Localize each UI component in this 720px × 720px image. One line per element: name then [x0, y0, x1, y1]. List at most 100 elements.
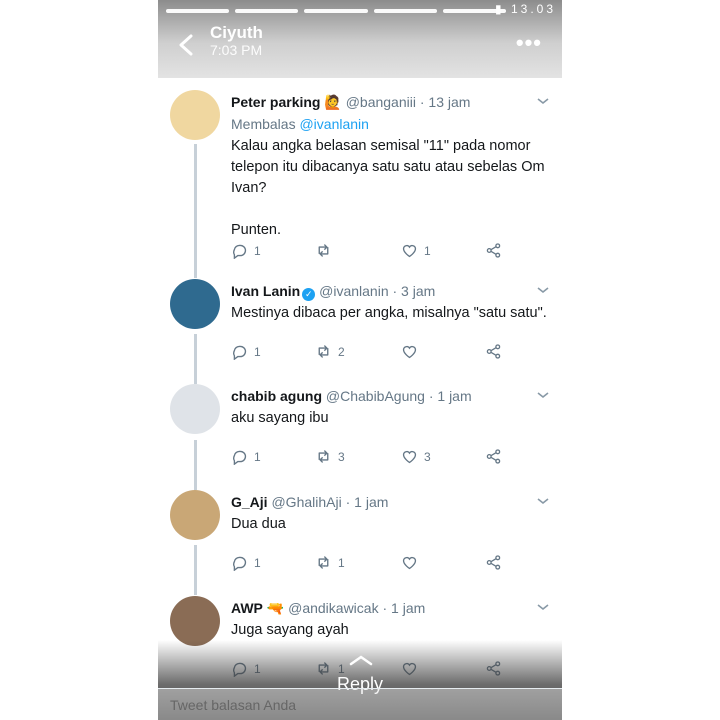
user-handle[interactable]: @banganiii: [346, 94, 416, 110]
phone-screen: ▮ 13.03 Ciyuth 7:03 PM ••• Peter parking…: [158, 0, 562, 720]
tweet-header: Peter parking 🙋 @banganiii · 13 jam: [231, 94, 470, 111]
retweet-icon: [318, 244, 329, 257]
display-name[interactable]: G_Aji: [231, 494, 268, 510]
chevron-down-icon[interactable]: [536, 285, 550, 295]
reply-action[interactable]: 1: [231, 448, 261, 465]
compose-placeholder: Tweet balasan Anda: [170, 697, 297, 713]
like-action[interactable]: 3: [401, 448, 431, 465]
reply-action[interactable]: 1: [231, 242, 261, 259]
share-icon: [486, 555, 501, 570]
thread-line: [194, 334, 197, 384]
tweet-text: Kalau angka belasan semisal "11" pada no…: [231, 138, 545, 238]
avatar[interactable]: [170, 596, 220, 646]
share-action[interactable]: [485, 343, 502, 360]
retweet-icon: [318, 345, 329, 358]
avatar[interactable]: [170, 384, 220, 434]
mention-link[interactable]: @ivanlanin: [299, 116, 368, 132]
user-handle[interactable]: @GhalihAji: [271, 494, 341, 510]
share-icon: [486, 344, 501, 359]
tweet-time: · 1 jam: [382, 600, 426, 616]
retweet-action[interactable]: 3: [315, 448, 345, 465]
reply-icon: [233, 556, 247, 571]
reply-prefix: Membalas: [231, 116, 300, 132]
progress-segment: [166, 9, 230, 13]
retweet-count: 3: [338, 449, 345, 464]
thread-line: [194, 440, 197, 490]
reply-action[interactable]: 1: [231, 343, 261, 360]
reply-count: 1: [254, 344, 261, 359]
like-count: 1: [424, 243, 431, 258]
display-name[interactable]: Peter parking: [231, 94, 320, 110]
tweet-time: · 3 jam: [392, 283, 436, 299]
status-bar: ▮ 13.03: [495, 2, 556, 16]
tweet-time: · 1 jam: [428, 388, 472, 404]
retweet-icon: [318, 556, 329, 569]
avatar[interactable]: [170, 490, 220, 540]
compose-reply-field[interactable]: Tweet balasan Anda: [158, 688, 562, 720]
reply-context: Membalas @ivanlanin: [231, 116, 369, 132]
thread-line: [194, 545, 197, 595]
share-action[interactable]: [485, 554, 502, 571]
name-emoji: 🔫: [266, 600, 285, 616]
share-action[interactable]: [485, 448, 502, 465]
user-handle[interactable]: @ChabibAgung: [326, 388, 425, 404]
like-action[interactable]: [401, 554, 424, 571]
tweet-actions: 1 3 3: [231, 448, 531, 466]
retweet-action[interactable]: 2: [315, 343, 345, 360]
progress-segment: [304, 9, 368, 13]
chevron-up-icon[interactable]: [348, 654, 374, 666]
display-name[interactable]: chabib agung: [231, 388, 322, 404]
chevron-down-icon[interactable]: [536, 96, 550, 106]
tweet-time: · 13 jam: [419, 94, 471, 110]
header-title-block: Ciyuth 7:03 PM: [210, 23, 263, 59]
status-time: 13.03: [510, 2, 556, 16]
chevron-down-icon[interactable]: [536, 602, 550, 612]
heart-icon: [402, 556, 417, 570]
more-options-icon[interactable]: •••: [516, 30, 542, 56]
heart-icon: [402, 450, 417, 464]
name-emoji: 🙋: [324, 94, 342, 110]
back-arrow-icon[interactable]: [174, 32, 200, 58]
retweet-action[interactable]: [315, 242, 338, 259]
retweet-count: 1: [338, 555, 345, 570]
chevron-down-icon[interactable]: [536, 390, 550, 400]
retweet-icon: [318, 450, 329, 463]
tweet-header: G_Aji @GhalihAji · 1 jam: [231, 494, 388, 510]
reply-icon: [233, 450, 247, 465]
signal-icon: ▮: [495, 2, 505, 16]
like-count: 3: [424, 449, 431, 464]
share-icon: [486, 449, 501, 464]
tweet-actions: 12: [231, 343, 531, 361]
retweet-action[interactable]: 1: [315, 554, 345, 571]
page-title: Ciyuth: [210, 23, 263, 42]
avatar[interactable]: [170, 279, 220, 329]
post-time: 7:03 PM: [210, 42, 263, 58]
like-action[interactable]: 1: [401, 242, 431, 259]
chevron-down-icon[interactable]: [536, 496, 550, 506]
heart-icon: [402, 345, 417, 359]
tweet-text: aku sayang ibu: [231, 410, 329, 426]
tweet-text: Mestinya dibaca per angka, misalnya "sat…: [231, 305, 547, 321]
tweet-actions: 11: [231, 242, 531, 260]
display-name[interactable]: Ivan Lanin: [231, 283, 300, 299]
reply-count: 1: [254, 449, 261, 464]
reply-count: 1: [254, 243, 261, 258]
tweet-text: Juga sayang ayah: [231, 622, 349, 638]
display-name[interactable]: AWP: [231, 600, 263, 616]
share-action[interactable]: [485, 242, 502, 259]
tweet-header: AWP 🔫 @andikawicak · 1 jam: [231, 600, 425, 617]
heart-icon: [402, 244, 417, 258]
thread-line: [194, 144, 197, 278]
reply-action[interactable]: 1: [231, 554, 261, 571]
avatar[interactable]: [170, 90, 220, 140]
progress-segment: [235, 9, 299, 13]
tweet-time: · 1 jam: [345, 494, 389, 510]
user-handle[interactable]: @andikawicak: [288, 600, 378, 616]
tweet-header: chabib agung @ChabibAgung · 1 jam: [231, 388, 472, 404]
user-handle[interactable]: @ivanlanin: [319, 283, 388, 299]
story-progress-bars: [166, 9, 507, 13]
like-action[interactable]: [401, 343, 424, 360]
story-header: ▮ 13.03 Ciyuth 7:03 PM •••: [158, 0, 562, 78]
retweet-count: 2: [338, 344, 345, 359]
reply-count: 1: [254, 555, 261, 570]
